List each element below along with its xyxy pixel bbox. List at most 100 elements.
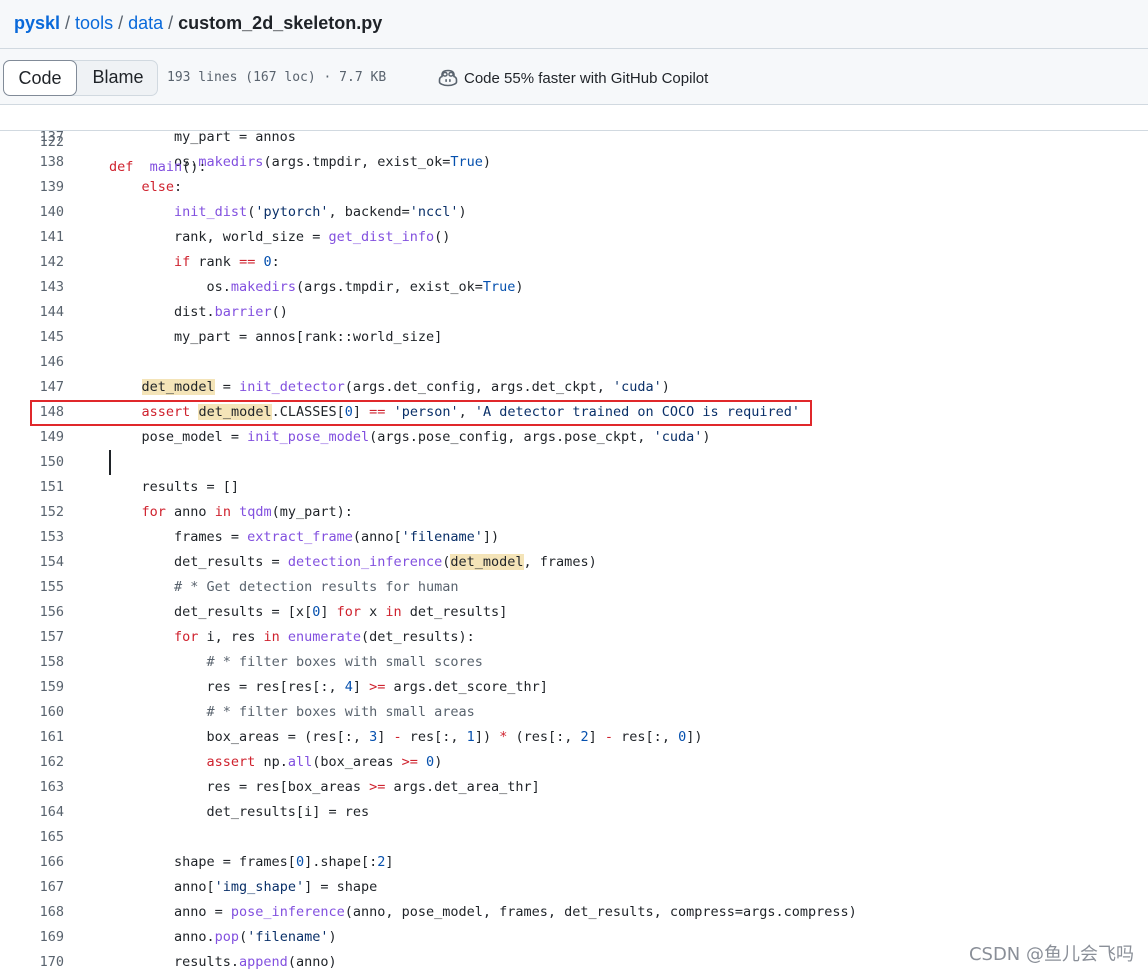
code-line[interactable]: 151 results = [] [0, 475, 1148, 500]
code-line[interactable]: 142 if rank == 0: [0, 250, 1148, 275]
code-line[interactable]: 167 anno['img_shape'] = shape [0, 875, 1148, 900]
code-line-content: def main(): [109, 155, 207, 180]
code-line[interactable]: 160 # * filter boxes with small areas [0, 700, 1148, 725]
code-token: (args.tmpdir, exist_ok= [295, 279, 483, 295]
code-line[interactable]: 168 anno = pose_inference(anno, pose_mod… [0, 900, 1148, 925]
code-token: det_results = [x[ [109, 604, 313, 620]
code-line[interactable]: 143 os.makedirs(args.tmpdir, exist_ok=Tr… [0, 275, 1148, 300]
code-viewer[interactable]: 122 def main(): 137 my_part = annos 138 o… [0, 105, 1148, 974]
code-token: ] [377, 729, 394, 745]
function-token[interactable]: get_dist_info [328, 229, 434, 245]
line-number[interactable]: 147 [0, 375, 64, 400]
line-number[interactable]: 155 [0, 575, 64, 600]
line-number[interactable]: 152 [0, 500, 64, 525]
function-token[interactable]: pop [215, 929, 239, 945]
sticky-scroll-header[interactable]: 122 def main(): [0, 105, 1148, 175]
code-line[interactable]: 149 pose_model = init_pose_model(args.po… [0, 425, 1148, 450]
code-line[interactable]: 158 # * filter boxes with small scores [0, 650, 1148, 675]
line-number[interactable]: 145 [0, 325, 64, 350]
breadcrumb-data-link[interactable]: data [128, 13, 163, 33]
line-number[interactable]: 166 [0, 850, 64, 875]
code-line[interactable]: 145 my_part = annos[rank::world_size] [0, 325, 1148, 350]
line-number[interactable]: 157 [0, 625, 64, 650]
code-line[interactable]: 144 dist.barrier() [0, 300, 1148, 325]
line-number[interactable]: 156 [0, 600, 64, 625]
line-number[interactable]: 158 [0, 650, 64, 675]
function-token[interactable]: detection_inference [288, 554, 442, 570]
code-token: (res[:, [507, 729, 581, 745]
line-number[interactable]: 165 [0, 825, 64, 850]
code-line[interactable]: 140 init_dist('pytorch', backend='nccl') [0, 200, 1148, 225]
code-line[interactable]: 141 rank, world_size = get_dist_info() [0, 225, 1148, 250]
code-line[interactable]: 161 box_areas = (res[:, 3] - res[:, 1]) … [0, 725, 1148, 750]
function-token[interactable]: init_pose_model [247, 429, 369, 445]
line-number[interactable]: 141 [0, 225, 64, 250]
line-number[interactable]: 168 [0, 900, 64, 925]
string-token: 'A detector trained on COCO is required' [474, 404, 800, 420]
function-token[interactable]: barrier [215, 304, 272, 320]
function-token[interactable]: makedirs [198, 154, 263, 170]
function-token[interactable]: makedirs [231, 279, 296, 295]
function-token[interactable]: main [150, 159, 183, 175]
highlighted-symbol[interactable]: det_model [141, 379, 215, 395]
code-line[interactable]: 162 assert np.all(box_areas >= 0) [0, 750, 1148, 775]
breadcrumb-tools-link[interactable]: tools [75, 13, 113, 33]
line-number[interactable]: 151 [0, 475, 64, 500]
code-line[interactable]: 157 for i, res in enumerate(det_results)… [0, 625, 1148, 650]
code-line[interactable]: 146 [0, 350, 1148, 375]
function-token[interactable]: pose_inference [231, 904, 345, 920]
line-number[interactable]: 148 [0, 400, 64, 425]
code-line[interactable]: 163 res = res[box_areas >= args.det_area… [0, 775, 1148, 800]
function-token[interactable]: tqdm [239, 504, 272, 520]
function-token[interactable]: extract_frame [247, 529, 353, 545]
copilot-promo-link[interactable]: Code 55% faster with GitHub Copilot [438, 67, 708, 89]
line-number[interactable]: 162 [0, 750, 64, 775]
code-line[interactable]: 156 det_results = [x[0] for x in det_res… [0, 600, 1148, 625]
code-token: ( [239, 929, 248, 945]
code-token: ] [385, 854, 394, 870]
line-number[interactable]: 163 [0, 775, 64, 800]
function-token[interactable]: init_detector [239, 379, 345, 395]
line-number[interactable]: 149 [0, 425, 64, 450]
code-line[interactable]: 153 frames = extract_frame(anno['filenam… [0, 525, 1148, 550]
line-number[interactable]: 169 [0, 925, 64, 950]
code-line[interactable]: 155 # * Get detection results for human [0, 575, 1148, 600]
code-view-button[interactable]: Code [3, 60, 77, 96]
line-number[interactable]: 146 [0, 350, 64, 375]
function-token[interactable]: all [288, 754, 312, 770]
line-number[interactable]: 153 [0, 525, 64, 550]
line-number[interactable]: 143 [0, 275, 64, 300]
breadcrumb-repo-link[interactable]: pyskl [14, 13, 60, 33]
line-number[interactable]: 154 [0, 550, 64, 575]
blame-view-button[interactable]: Blame [80, 60, 156, 96]
line-number[interactable]: 144 [0, 300, 64, 325]
function-token[interactable]: append [239, 954, 288, 970]
line-number[interactable]: 167 [0, 875, 64, 900]
code-line[interactable]: 164 det_results[i] = res [0, 800, 1148, 825]
line-number[interactable]: 161 [0, 725, 64, 750]
code-line[interactable]: 154 det_results = detection_inference(de… [0, 550, 1148, 575]
function-token[interactable]: init_dist [174, 204, 247, 220]
line-number[interactable]: 160 [0, 700, 64, 725]
code-line[interactable]: 148 assert det_model.CLASSES[0] == 'pers… [0, 400, 1148, 425]
string-token: 'person' [393, 404, 459, 420]
line-number[interactable]: 142 [0, 250, 64, 275]
line-number[interactable]: 150 [0, 450, 64, 475]
line-number[interactable]: 159 [0, 675, 64, 700]
code-line[interactable]: 152 for anno in tqdm(my_part): [0, 500, 1148, 525]
code-token: (anno) [287, 954, 337, 970]
line-number[interactable]: 170 [0, 950, 64, 974]
line-number[interactable]: 164 [0, 800, 64, 825]
code-token: res[:, [401, 729, 467, 745]
highlighted-symbol[interactable]: det_model [198, 404, 272, 420]
line-number[interactable]: 122 [0, 130, 64, 155]
code-line[interactable]: 147 det_model = init_detector(args.det_c… [0, 375, 1148, 400]
code-line[interactable]: 159 res = res[res[:, 4] >= args.det_scor… [0, 675, 1148, 700]
code-line[interactable]: 150 [0, 450, 1148, 475]
function-token[interactable]: enumerate [288, 629, 361, 645]
highlighted-symbol[interactable]: det_model [450, 554, 524, 570]
code-line[interactable]: 166 shape = frames[0].shape[:2] [0, 850, 1148, 875]
code-line[interactable]: 165 [0, 825, 1148, 850]
